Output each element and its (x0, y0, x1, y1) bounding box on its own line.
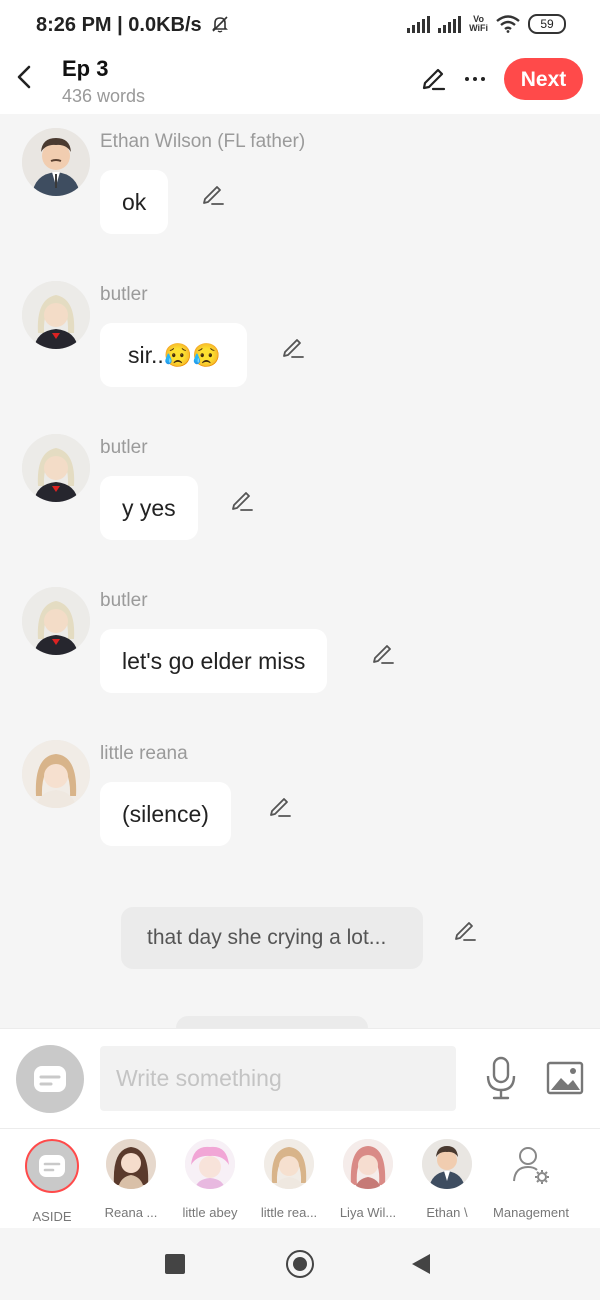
ethan-wilson-avatar[interactable] (22, 128, 90, 196)
aside-toggle-button[interactable] (16, 1045, 84, 1113)
character-management[interactable]: Management (486, 1139, 576, 1220)
message-bubble[interactable]: y yes (100, 476, 198, 540)
ethan-wilson-avatar (422, 1139, 472, 1189)
write-input[interactable] (100, 1046, 456, 1111)
word-count: 436 words (62, 86, 146, 106)
little-reana-avatar[interactable] (22, 740, 90, 808)
message-item: butler sir..😥😥 (0, 267, 600, 417)
liya-wilson-avatar (343, 1139, 393, 1189)
aside-avatar (25, 1139, 79, 1193)
speaker-name: butler (100, 437, 148, 458)
status-bar: 8:26 PM | 0.0KB/s Vo WiFi 59 (0, 0, 600, 52)
edit-message-icon[interactable] (267, 794, 293, 820)
character-liya-wilson[interactable]: Liya Wil... (328, 1139, 408, 1220)
chat-area[interactable]: Ethan Wilson (FL father) ok butler sir..… (0, 114, 600, 1028)
next-button[interactable]: Next (504, 58, 583, 100)
signal-icon-2 (438, 15, 462, 33)
battery-icon: 59 (528, 14, 566, 34)
character-label: Ethan \ (426, 1205, 468, 1220)
little-reana-avatar (264, 1139, 314, 1189)
message-item: butler let's go elder miss (0, 573, 600, 723)
reana-avatar (106, 1139, 156, 1189)
partial-message-bubble[interactable] (176, 1016, 368, 1028)
message-item: butler y yes (0, 420, 600, 570)
user-settings-icon (513, 1147, 549, 1184)
recents-square-icon[interactable] (165, 1254, 185, 1274)
edit-message-icon[interactable] (229, 488, 255, 514)
system-nav-bar (0, 1228, 600, 1300)
character-little-abey[interactable]: little abey (170, 1139, 250, 1220)
character-ethan-wilson[interactable]: Ethan \ (407, 1139, 487, 1220)
character-aside[interactable]: ASIDE (12, 1139, 92, 1224)
input-bar (0, 1028, 600, 1129)
character-reana[interactable]: Reana ... (91, 1139, 171, 1220)
character-label: little rea... (260, 1205, 318, 1220)
mute-bell-icon (212, 16, 229, 33)
image-icon[interactable] (546, 1059, 584, 1097)
butler-avatar[interactable] (22, 587, 90, 655)
status-time: 8:26 PM | 0.0KB/s (36, 14, 202, 36)
message-item: Ethan Wilson (FL father) ok (0, 114, 600, 264)
butler-avatar[interactable] (22, 281, 90, 349)
aside-chat-icon (39, 1155, 65, 1177)
episode-title[interactable]: Ep 3 (62, 56, 108, 82)
message-bubble[interactable]: let's go elder miss (100, 629, 328, 693)
wifi-icon (496, 15, 520, 33)
character-bar: ASIDE Reana ... little abey little rea..… (0, 1128, 600, 1229)
message-item: little reana (silence) (0, 726, 600, 876)
management-avatar (506, 1139, 556, 1189)
edit-pencil-icon[interactable] (420, 66, 446, 92)
butler-avatar[interactable] (22, 434, 90, 502)
more-options-icon[interactable] (462, 66, 488, 92)
speaker-name: butler (100, 284, 148, 305)
character-label: Management (493, 1205, 569, 1220)
editor-header: Ep 3 436 words Next (0, 52, 600, 114)
edit-message-icon[interactable] (370, 641, 396, 667)
speaker-name: Ethan Wilson (FL father) (100, 131, 306, 152)
character-label: Reana ... (104, 1205, 158, 1220)
signal-icon (407, 15, 431, 33)
microphone-icon[interactable] (484, 1056, 518, 1100)
back-triangle-icon[interactable] (412, 1254, 430, 1274)
back-arrow-icon[interactable] (12, 64, 38, 90)
vowifi-icon: Vo WiFi (469, 14, 488, 33)
message-bubble[interactable]: sir..😥😥 (100, 323, 248, 387)
message-bubble[interactable]: ok (100, 170, 169, 234)
character-label: Liya Wil... (339, 1205, 397, 1220)
character-label: little abey (182, 1205, 238, 1220)
character-little-reana[interactable]: little rea... (249, 1139, 329, 1220)
edit-message-icon[interactable] (200, 182, 226, 208)
aside-message-bubble[interactable]: that day she crying a lot... (121, 907, 423, 969)
aside-chat-icon (34, 1066, 66, 1092)
home-circle-icon[interactable] (286, 1250, 314, 1278)
speaker-name: butler (100, 590, 148, 611)
edit-aside-icon[interactable] (452, 918, 478, 944)
little-abey-avatar (185, 1139, 235, 1189)
message-bubble[interactable]: (silence) (100, 782, 231, 846)
speaker-name: little reana (100, 743, 188, 764)
edit-message-icon[interactable] (280, 335, 306, 361)
character-label: ASIDE (32, 1209, 72, 1224)
